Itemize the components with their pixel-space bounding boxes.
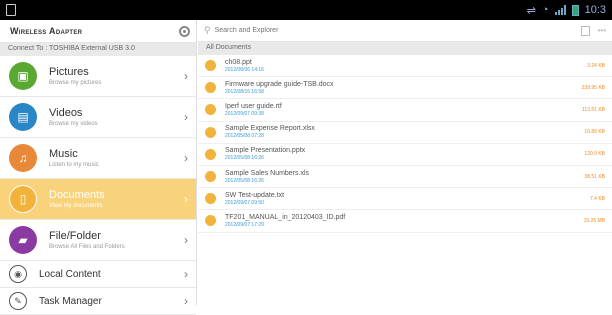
- chevron-right-icon: ›: [184, 267, 188, 281]
- sidebar-item-sub: Browse my videos: [49, 121, 98, 127]
- list-item[interactable]: ch08.ppt 2012/08/06 14:16 3.24 KB: [198, 55, 612, 78]
- folder-icon: ▰: [9, 226, 37, 254]
- chevron-right-icon: ›: [184, 151, 188, 165]
- connection-status: Connect To : TOSHIBA External USB 3.0: [0, 43, 196, 56]
- list-item[interactable]: Sample Presentation.pptx 2012/05/08 16:26…: [198, 144, 612, 166]
- file-size: 16.89 KB: [584, 129, 605, 136]
- more-icon[interactable]: •••: [598, 26, 606, 35]
- music-note-icon: ♫: [9, 144, 37, 172]
- file-size: 3.24 KB: [587, 62, 605, 69]
- sidebar-item-local-content[interactable]: ◉ Local Content ›: [0, 261, 196, 288]
- file-date: 2012/09/07 17:29: [225, 221, 264, 228]
- section-title: All Documents: [198, 42, 612, 55]
- file-name: Firmware upgrade guide-TSB.docx: [225, 80, 334, 88]
- file-size: 38.51 KB: [584, 173, 605, 180]
- sidebar-header: Wireless Adapter: [0, 20, 196, 43]
- wifi-icon: ◔: [541, 4, 549, 16]
- document-icon: [205, 126, 216, 138]
- file-size: 120.0 KB: [584, 151, 605, 158]
- sidebar-item-videos[interactable]: ▤ Videos Browse my videos ›: [0, 97, 196, 138]
- status-bar: ⇌ ◔ 10:3: [0, 0, 612, 20]
- sidebar-item-file-folder[interactable]: ▰ File/Folder Browse All Files and Folder…: [0, 220, 196, 261]
- file-date: 2012/05/08 16:26: [225, 155, 264, 162]
- sidebar-item-label: Local Content: [39, 268, 101, 280]
- sidebar-item-label: Documents: [49, 189, 105, 201]
- file-name: Sample Sales Numbers.xls: [225, 169, 310, 177]
- app-title: Wireless Adapter: [10, 26, 83, 36]
- gear-icon[interactable]: [179, 25, 190, 37]
- sidebar-item-label: Pictures: [49, 66, 89, 78]
- list-item[interactable]: Sample Sales Numbers.xls 2012/05/08 16:26…: [198, 166, 612, 189]
- file-date: 2012/08/16 16:58: [225, 88, 264, 95]
- document-icon: [205, 104, 216, 116]
- sidebar-item-sub: Browse my pictures: [49, 80, 102, 86]
- status-time: 10:3: [584, 4, 606, 16]
- list-item[interactable]: SW Test-update.txt 2012/09/07 09:50 7.4 K…: [198, 188, 612, 211]
- file-name: TF201_MANUAL_in_20120403_ID.pdf: [225, 213, 346, 221]
- sidebar-item-label: Music: [49, 148, 78, 160]
- file-name: Iperf user guide.rtf: [225, 102, 282, 110]
- battery-icon: [571, 4, 579, 16]
- file-name: SW Test-update.txt: [225, 191, 285, 199]
- chevron-right-icon: ›: [184, 192, 188, 206]
- sidebar-item-label: File/Folder: [49, 230, 101, 242]
- file-size: 7.4 KB: [589, 195, 605, 202]
- sidebar-item-sub: View my documents: [49, 203, 103, 209]
- list-item[interactable]: TF201_MANUAL_in_20120403_ID.pdf 2012/09/0…: [198, 210, 612, 233]
- chevron-right-icon: ›: [184, 69, 188, 83]
- sidebar-item-documents[interactable]: ▯ Documents View my documents ›: [0, 179, 196, 220]
- file-date: 2012/08/06 14:16: [225, 66, 264, 73]
- select-icon[interactable]: [580, 25, 590, 36]
- document-icon: [205, 82, 216, 94]
- document-icon: [205, 215, 216, 227]
- file-date: 2012/09/07 09:38: [225, 110, 264, 117]
- document-icon: [205, 148, 216, 160]
- file-size: 15.26 MB: [583, 217, 605, 224]
- file-date: 2012/05/08 07:28: [225, 133, 264, 140]
- chevron-right-icon: ›: [184, 110, 188, 124]
- search-icon: ⚲: [204, 25, 211, 35]
- file-name: Sample Presentation.pptx: [225, 147, 306, 155]
- picture-icon: ▣: [9, 62, 37, 90]
- usb-icon: ⇌: [526, 4, 536, 17]
- notification-icon: [6, 4, 16, 16]
- search-bar: ⚲ •••: [198, 20, 612, 42]
- sidebar-item-pictures[interactable]: ▣ Pictures Browse my pictures ›: [0, 56, 196, 97]
- list-item[interactable]: Firmware upgrade guide-TSB.docx 2012/08/1…: [198, 77, 612, 100]
- file-date: 2012/05/08 16:26: [225, 177, 264, 184]
- sidebar-item-sub: Browse All Files and Folders: [49, 244, 125, 250]
- sidebar-item-label: Videos: [49, 107, 83, 119]
- file-size: 239.95 KB: [581, 84, 605, 91]
- film-icon: ▤: [9, 103, 37, 131]
- chevron-right-icon: ›: [184, 294, 188, 308]
- search-input[interactable]: [214, 27, 573, 34]
- document-icon: [205, 60, 216, 72]
- file-name: ch08.ppt: [225, 58, 252, 66]
- sidebar-item-music[interactable]: ♫ Music Listen to my music ›: [0, 138, 196, 179]
- document-icon: [205, 193, 216, 205]
- main-panel: ⚲ ••• All Documents ch08.ppt2012/08/06 1…: [198, 20, 612, 305]
- sidebar-item-sub: Listen to my music: [49, 162, 99, 168]
- sidebar-item-task-manager[interactable]: ✎ Task Manager ›: [0, 288, 196, 315]
- signal-icon: [554, 5, 566, 15]
- list-item[interactable]: Sample Expense Report.xlsx 2012/05/08 07:…: [198, 122, 612, 144]
- document-icon: ▯: [9, 185, 37, 213]
- file-name: Sample Expense Report.xlsx: [225, 125, 315, 133]
- chevron-right-icon: ›: [184, 233, 188, 247]
- document-icon: [205, 171, 216, 183]
- task-manager-icon: ✎: [9, 292, 27, 310]
- file-size: 113.61 KB: [582, 106, 605, 113]
- file-date: 2012/09/07 09:50: [225, 199, 264, 206]
- local-content-icon: ◉: [9, 265, 27, 283]
- status-right: ⇌ ◔ 10:3: [527, 4, 606, 17]
- list-item[interactable]: Iperf user guide.rtf 2012/09/07 09:38 113…: [198, 99, 612, 122]
- sidebar: Wireless Adapter Connect To : TOSHIBA Ex…: [0, 20, 197, 315]
